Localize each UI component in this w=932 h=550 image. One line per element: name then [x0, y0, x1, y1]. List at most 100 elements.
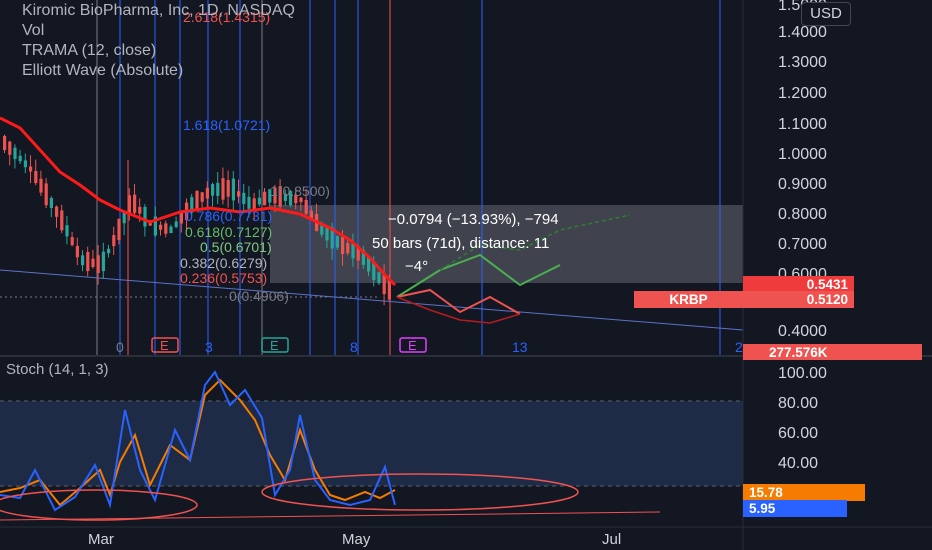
candle-body: [138, 206, 142, 214]
fib-label: 0(0.4906): [229, 288, 289, 304]
candle-body: [8, 141, 12, 155]
price-axis-label: 0.8000: [778, 206, 827, 223]
candle-body: [200, 192, 204, 202]
candle-body: [304, 199, 308, 214]
fib-label: 0.382(0.6279): [180, 255, 267, 271]
candle-body: [257, 197, 261, 205]
candle-body: [341, 236, 345, 255]
candle-body: [112, 235, 116, 247]
candle-body: [96, 255, 100, 274]
candle-body: [247, 196, 251, 209]
stoch-d-tag: 5.95: [743, 500, 847, 517]
earnings-marker-label: E: [408, 338, 417, 353]
fib-label: 1(0.8500): [270, 183, 330, 199]
fib-label: 0.5(0.6701): [200, 239, 272, 255]
candle-body: [320, 225, 324, 235]
fib-label: 0.786(0.7731): [185, 208, 272, 224]
wave-number: 3: [205, 339, 213, 355]
wave-number: 2: [735, 339, 743, 355]
candle-body: [346, 242, 350, 254]
candle-body: [169, 226, 173, 234]
candle-body: [143, 206, 147, 227]
stoch-band-background: [0, 400, 743, 487]
indicator-elliott[interactable]: Elliott Wave (Absolute): [22, 62, 183, 80]
candle-body: [159, 224, 163, 230]
stoch-title[interactable]: Stoch (14, 1, 3): [6, 361, 109, 378]
wave-number: 8: [350, 339, 358, 355]
candle-body: [65, 225, 69, 237]
candle-body: [174, 221, 178, 228]
price-axis-label: 1.1000: [778, 116, 827, 133]
fib-label: 1.618(1.0721): [183, 117, 270, 133]
candle-body: [107, 248, 111, 254]
candle-body: [263, 191, 267, 206]
candle-body: [133, 194, 137, 213]
indicator-vol[interactable]: Vol: [22, 22, 44, 40]
price-axis-label: 0.4000: [778, 323, 827, 340]
price-axis-label: 1.0000: [778, 146, 827, 163]
time-axis-label: Jul: [602, 531, 621, 548]
wave-number: 13: [512, 339, 528, 355]
time-axis: Mar May Jul: [88, 531, 621, 548]
candle-body: [3, 135, 7, 151]
candle-body: [216, 182, 220, 196]
stoch-axis-label: 40.00: [778, 455, 818, 472]
candle-body: [101, 251, 105, 272]
candle-body: [117, 218, 121, 241]
currency-button[interactable]: USD: [801, 2, 851, 26]
indicator-trama[interactable]: TRAMA (12, close): [22, 42, 156, 60]
candle-body: [211, 184, 215, 196]
symbol-tag: KRBP: [634, 291, 743, 308]
candle-body: [179, 212, 183, 224]
candle-body: [237, 191, 241, 197]
time-axis-label: May: [342, 531, 371, 548]
price-axis-label: 0.9000: [778, 176, 827, 193]
candle-body: [377, 272, 381, 284]
stoch-axis-label: 80.00: [778, 395, 818, 412]
candle-body: [335, 236, 339, 248]
candle-body: [75, 245, 79, 258]
stoch-trend-line: [0, 511, 661, 521]
price-chart[interactable]: 2.618(1.4315)1.618(1.0721)1(0.8500)0.786…: [0, 0, 932, 550]
candle-body: [164, 223, 168, 234]
price-axis-label: 1.3000: [778, 54, 827, 71]
candle-body: [81, 255, 85, 266]
candle-body: [387, 279, 391, 300]
measure-line-2: 50 bars (71d), distance: 11: [372, 235, 549, 252]
candle-body: [34, 171, 38, 183]
measure-angle: −4°: [405, 258, 428, 275]
candle-body: [18, 155, 22, 162]
candle-body: [70, 237, 74, 246]
candle-body: [86, 252, 90, 272]
last-price-tag: 0.5120: [743, 291, 854, 308]
candle-body: [49, 198, 53, 208]
candle-body: [60, 210, 64, 231]
price-axis-label: 0.7000: [778, 236, 827, 253]
stoch-k-tag: 15.78: [743, 484, 865, 501]
candle-body: [44, 183, 48, 206]
volume-tag: 277.576K: [743, 344, 922, 360]
candle-body: [226, 180, 230, 197]
stoch-axis: 100.00 80.00 60.00 40.00: [778, 365, 827, 472]
candle-body: [55, 206, 59, 217]
fib-label: 0.618(0.7127): [185, 224, 272, 240]
candle-body: [29, 166, 33, 172]
candlestick-series: [3, 134, 391, 355]
oversold-ellipse-left[interactable]: [0, 489, 198, 521]
symbol-title[interactable]: Kiromic BioPharma, Inc, 1D, NASDAQ: [22, 2, 295, 20]
event-markers[interactable]: EEE: [151, 337, 427, 353]
candle-body: [39, 178, 43, 193]
measure-line-1: −0.0794 (−13.93%), −794: [388, 211, 559, 228]
stoch-axis-label: 100.00: [778, 365, 827, 382]
wave-number: 0: [116, 339, 124, 355]
time-axis-label: Mar: [88, 531, 114, 548]
earnings-marker-label: E: [160, 338, 169, 353]
earnings-marker-label: E: [270, 338, 279, 353]
stoch-axis-label: 60.00: [778, 425, 818, 442]
candle-body: [221, 178, 225, 200]
fib-label: 0.236(0.5753): [180, 270, 267, 286]
candle-body: [231, 178, 235, 201]
wave-numbers: 0 3 8 13 2: [116, 339, 743, 355]
candle-body: [205, 187, 209, 199]
price-axis-label: 1.2000: [778, 85, 827, 102]
